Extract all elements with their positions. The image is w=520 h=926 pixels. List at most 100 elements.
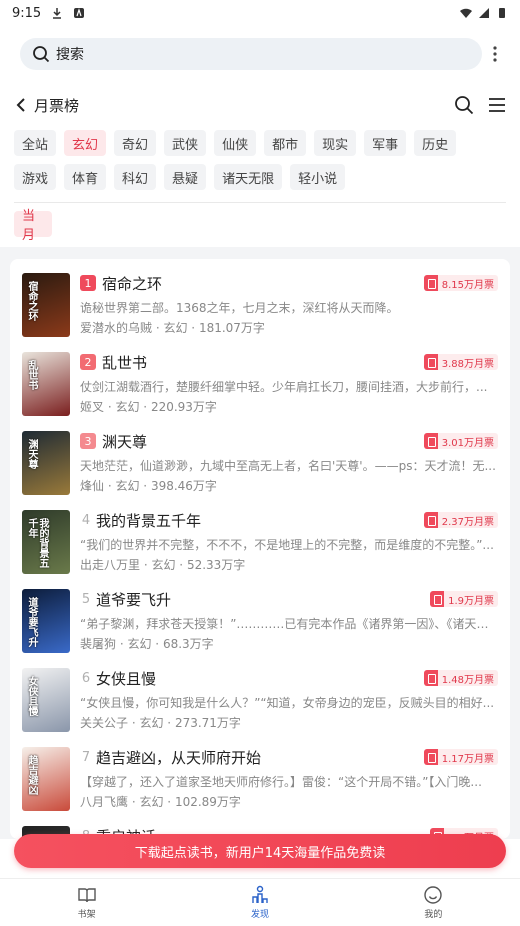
ticket-icon bbox=[423, 433, 438, 449]
status-bar: 9:15 bbox=[0, 0, 520, 26]
book-cover[interactable]: 乱世书 bbox=[22, 352, 70, 416]
book-item[interactable]: 乱世书 2 乱世书 3.88万月票 仗剑江湖载酒行，楚腰纤细掌中轻。少年肩扛长刀… bbox=[22, 352, 498, 431]
ranking-list: 宿命之环 1 宿命之环 8.15万月票 诡秘世界第二部。1368之年，七月之末，… bbox=[10, 259, 510, 839]
category-chip[interactable]: 军事 bbox=[364, 130, 407, 156]
ticket-count: 2.37万月票 bbox=[441, 516, 494, 528]
ticket-icon bbox=[430, 591, 445, 607]
book-word-count: 52.33万字 bbox=[186, 558, 246, 572]
book-title[interactable]: 趋吉避凶，从天师府开始 bbox=[96, 747, 261, 768]
category-chip[interactable]: 诸天无限 bbox=[214, 164, 283, 190]
search-icon bbox=[33, 46, 50, 63]
rank-badge: 3 bbox=[80, 433, 96, 449]
cover-title: 乱世书 bbox=[26, 360, 37, 390]
profile-icon bbox=[424, 886, 443, 904]
ticket-icon bbox=[423, 749, 438, 765]
section-gap bbox=[0, 247, 520, 259]
book-cover[interactable]: 宿命之环 bbox=[22, 273, 70, 337]
monthly-ticket-badge: 3.01万月票 bbox=[423, 433, 498, 449]
book-title[interactable]: 乱世书 bbox=[102, 352, 147, 373]
tab-profile[interactable]: 我的 bbox=[347, 879, 520, 926]
cover-title: 趋吉避凶 bbox=[26, 755, 37, 795]
category-chip[interactable]: 都市 bbox=[264, 130, 307, 156]
rank-badge: 1 bbox=[80, 275, 96, 291]
book-info: 5 道爷要飞升 1.9万月票 “弟子黎渊，拜求苍天授箓！”…………已有完本作品《… bbox=[80, 589, 498, 668]
category-chip[interactable]: 悬疑 bbox=[164, 164, 207, 190]
book-title[interactable]: 女侠且慢 bbox=[96, 668, 156, 689]
book-word-count: 68.3万字 bbox=[162, 637, 214, 651]
category-chip[interactable]: 仙侠 bbox=[214, 130, 257, 156]
book-title[interactable]: 我的背景五千年 bbox=[96, 510, 201, 531]
book-cover[interactable]: 渊天尊 bbox=[22, 431, 70, 495]
ticket-icon bbox=[423, 512, 438, 528]
book-genre: 玄幻 bbox=[163, 321, 188, 335]
signal-icon bbox=[479, 8, 489, 18]
search-input[interactable]: 搜索 bbox=[20, 38, 482, 70]
category-chip[interactable]: 武侠 bbox=[164, 130, 207, 156]
period-chip[interactable]: 当月 bbox=[14, 209, 52, 243]
book-author: 八月飞鹰 bbox=[80, 795, 129, 809]
category-chip[interactable]: 游戏 bbox=[14, 164, 57, 190]
book-item[interactable]: 女侠且慢 6 女侠且慢 1.48万月票 “女侠且慢，你可知我是什么人？”“知道，… bbox=[22, 668, 498, 747]
back-arrow-icon[interactable] bbox=[14, 97, 28, 113]
book-description: “弟子黎渊，拜求苍天授箓！”…………已有完本作品《诸界第一因》、《诸天投... bbox=[80, 617, 498, 631]
book-author: 烽仙 bbox=[80, 479, 105, 493]
book-cover[interactable]: 我的背景五千年 bbox=[22, 510, 70, 574]
book-author: 裴屠狗 bbox=[80, 637, 117, 651]
book-item[interactable]: 宿命之环 1 宿命之环 8.15万月票 诡秘世界第二部。1368之年，七月之末，… bbox=[22, 273, 498, 352]
book-genre: 玄幻 bbox=[151, 558, 176, 572]
tab-bookshelf[interactable]: 书架 bbox=[0, 879, 173, 926]
category-chip[interactable]: 现实 bbox=[314, 130, 357, 156]
ticket-icon bbox=[423, 670, 438, 686]
tab-discover[interactable]: 发现 bbox=[173, 879, 346, 926]
book-cover[interactable]: 趋吉避凶 bbox=[22, 747, 70, 811]
book-author: 关关公子 bbox=[80, 716, 129, 730]
book-title[interactable]: 宿命之环 bbox=[102, 273, 162, 294]
book-genre: 玄幻 bbox=[115, 400, 140, 414]
monthly-ticket-badge: 8.15万月票 bbox=[423, 275, 498, 291]
ticket-icon bbox=[423, 354, 438, 370]
download-banner-button[interactable]: 下载起点读书，新用户14天海量作品免费读 bbox=[14, 834, 506, 868]
monthly-ticket-badge: 1.17万月票 bbox=[423, 749, 498, 765]
category-chip[interactable]: 全站 bbox=[14, 130, 57, 156]
download-icon bbox=[53, 8, 62, 19]
book-description: 【穿越了，还入了道家圣地天师府修行。】雷俊：“这个开局不错。”【入门晚... bbox=[80, 775, 482, 789]
book-item[interactable]: 渊天尊 3 渊天尊 3.01万月票 天地茫茫，仙道渺渺，九域中至高无上者，名曰'… bbox=[22, 431, 498, 510]
ticket-count: 1.48万月票 bbox=[441, 674, 494, 686]
book-info: 7 趋吉避凶，从天师府开始 1.17万月票 【穿越了，还入了道家圣地天师府修行。… bbox=[80, 747, 498, 826]
battery-icon bbox=[499, 8, 505, 18]
rank-badge: 6 bbox=[81, 670, 91, 686]
category-chip[interactable]: 科幻 bbox=[114, 164, 157, 190]
book-info: 4 我的背景五千年 2.37万月票 “我们的世界并不完整，不不不，不是地理上的不… bbox=[80, 510, 498, 589]
rank-badge: 2 bbox=[80, 354, 96, 370]
book-item[interactable]: 趋吉避凶 7 趋吉避凶，从天师府开始 1.17万月票 【穿越了，还入了道家圣地天… bbox=[22, 747, 498, 826]
book-author: 姬叉 bbox=[80, 400, 105, 414]
category-chip[interactable]: 体育 bbox=[64, 164, 107, 190]
more-menu-button[interactable] bbox=[482, 46, 508, 62]
book-item[interactable]: 我的背景五千年 4 我的背景五千年 2.37万月票 “我们的世界并不完整，不不不… bbox=[22, 510, 498, 589]
wifi-icon bbox=[460, 8, 472, 18]
book-title[interactable]: 渊天尊 bbox=[102, 431, 147, 452]
status-time: 9:15 bbox=[12, 5, 42, 21]
book-word-count: 102.89万字 bbox=[174, 795, 241, 809]
book-title[interactable]: 道爷要飞升 bbox=[96, 589, 171, 610]
book-word-count: 273.71万字 bbox=[174, 716, 241, 730]
category-chip[interactable]: 奇幻 bbox=[114, 130, 157, 156]
menu-icon[interactable] bbox=[488, 97, 506, 113]
book-genre: 玄幻 bbox=[139, 795, 164, 809]
category-chip-active[interactable]: 玄幻 bbox=[64, 130, 107, 156]
category-chip[interactable]: 轻小说 bbox=[290, 164, 346, 190]
book-description: 诡秘世界第二部。1368之年，七月之末，深红将从天而降。 bbox=[80, 301, 399, 315]
cover-title: 道爷要飞升 bbox=[26, 597, 37, 647]
monthly-ticket-badge: 3.88万月票 bbox=[423, 354, 498, 370]
book-word-count: 398.46万字 bbox=[150, 479, 217, 493]
book-cover[interactable]: 道爷要飞升 bbox=[22, 589, 70, 653]
tab-label: 书架 bbox=[77, 910, 96, 920]
book-cover[interactable]: 女侠且慢 bbox=[22, 668, 70, 732]
book-item[interactable]: 道爷要飞升 5 道爷要飞升 1.9万月票 “弟子黎渊，拜求苍天授箓！”…………已… bbox=[22, 589, 498, 668]
category-chip[interactable]: 历史 bbox=[414, 130, 457, 156]
search-icon[interactable] bbox=[454, 95, 474, 115]
cover-title: 我的背景五千年 bbox=[26, 518, 48, 568]
book-genre: 玄幻 bbox=[139, 716, 164, 730]
rank-badge: 7 bbox=[81, 749, 91, 765]
monthly-ticket-badge: 1.9万月票 bbox=[430, 591, 498, 607]
